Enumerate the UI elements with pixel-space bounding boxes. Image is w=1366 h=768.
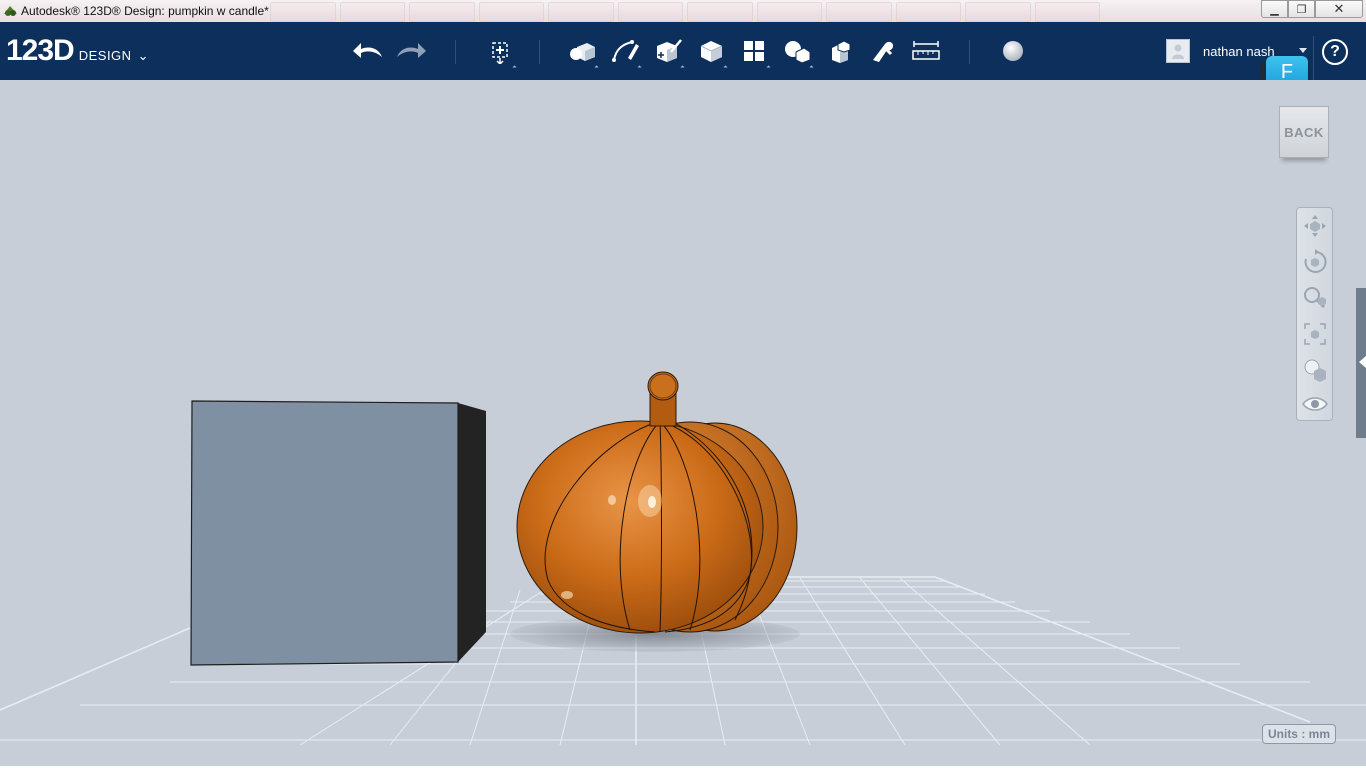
scene	[0, 371, 1366, 746]
chevron-down-icon: ⌄	[137, 48, 149, 63]
undo-button[interactable]	[352, 36, 384, 66]
measure-icon	[912, 41, 940, 60]
pan-button[interactable]	[1301, 212, 1329, 240]
orbit-icon	[1304, 249, 1327, 273]
3d-viewport[interactable]: BACK Units : mm	[0, 80, 1366, 768]
fit-button[interactable]	[1301, 320, 1329, 348]
material-icon	[1003, 41, 1023, 61]
user-name[interactable]: nathan nash	[1203, 44, 1275, 59]
visibility-icon	[1302, 397, 1328, 411]
zoom-icon	[1304, 287, 1326, 309]
snap-button[interactable]	[867, 36, 899, 66]
redo-icon	[397, 43, 426, 58]
primitives-button[interactable]	[566, 36, 599, 70]
orbit-button[interactable]	[1301, 248, 1329, 276]
sketch-icon	[612, 40, 639, 62]
app-menu-button[interactable]: 123D DESIGN ⌄	[6, 34, 148, 68]
fit-icon	[1304, 323, 1326, 345]
toolbar-separator	[539, 40, 540, 64]
toolbar-separator	[1313, 36, 1314, 80]
pan-icon	[1304, 215, 1326, 237]
pumpkin-object[interactable]	[516, 371, 798, 634]
window-title-bar: Autodesk® 123D® Design: pumpkin w candle…	[0, 0, 1366, 22]
sketch-button[interactable]	[609, 36, 642, 70]
background-taskbar-tabs	[270, 0, 1100, 22]
material-button[interactable]	[997, 36, 1029, 66]
combine-button[interactable]	[824, 36, 856, 66]
main-toolbar: 123D DESIGN ⌄	[0, 22, 1366, 80]
side-panel-toggle[interactable]	[1356, 288, 1366, 438]
transform-button[interactable]	[484, 36, 517, 70]
modify-icon	[700, 41, 723, 62]
navigation-bar	[1296, 207, 1333, 421]
user-menu-caret-icon[interactable]	[1299, 48, 1307, 53]
zoom-button[interactable]	[1301, 284, 1329, 312]
cube-object[interactable]	[190, 400, 486, 666]
maximize-button[interactable]: ❐	[1288, 0, 1315, 18]
toolbar-separator	[969, 40, 970, 64]
window-title: Autodesk® 123D® Design: pumpkin w candle…	[21, 4, 269, 18]
construct-icon	[657, 39, 682, 62]
visual-style-button[interactable]	[1301, 356, 1329, 384]
app-icon	[4, 6, 17, 16]
redo-button[interactable]	[395, 36, 427, 66]
toolbar-separator	[455, 40, 456, 64]
snap-icon	[873, 41, 894, 62]
transform-icon	[492, 42, 508, 64]
modify-button[interactable]	[695, 36, 728, 70]
logo-subtext: DESIGN	[78, 48, 132, 63]
units-indicator[interactable]: Units : mm	[1262, 724, 1336, 744]
logo-text: 123D	[6, 34, 75, 67]
pattern-icon	[744, 41, 764, 61]
pattern-button[interactable]	[738, 36, 771, 70]
close-button[interactable]: ✕	[1315, 0, 1363, 18]
measure-button[interactable]	[910, 36, 942, 66]
grouping-icon	[785, 41, 811, 64]
combine-icon	[832, 40, 851, 63]
grouping-button[interactable]	[781, 36, 814, 70]
minimize-button[interactable]: ▁	[1261, 0, 1288, 18]
user-avatar[interactable]	[1166, 39, 1190, 63]
visual-style-icon	[1304, 359, 1326, 382]
undo-icon	[353, 43, 382, 58]
viewcube[interactable]: BACK	[1279, 106, 1329, 158]
help-button[interactable]: ?	[1322, 39, 1348, 65]
construct-button[interactable]	[652, 36, 685, 70]
visibility-button[interactable]	[1301, 390, 1329, 418]
user-icon	[1172, 44, 1184, 59]
primitives-icon	[570, 43, 595, 61]
